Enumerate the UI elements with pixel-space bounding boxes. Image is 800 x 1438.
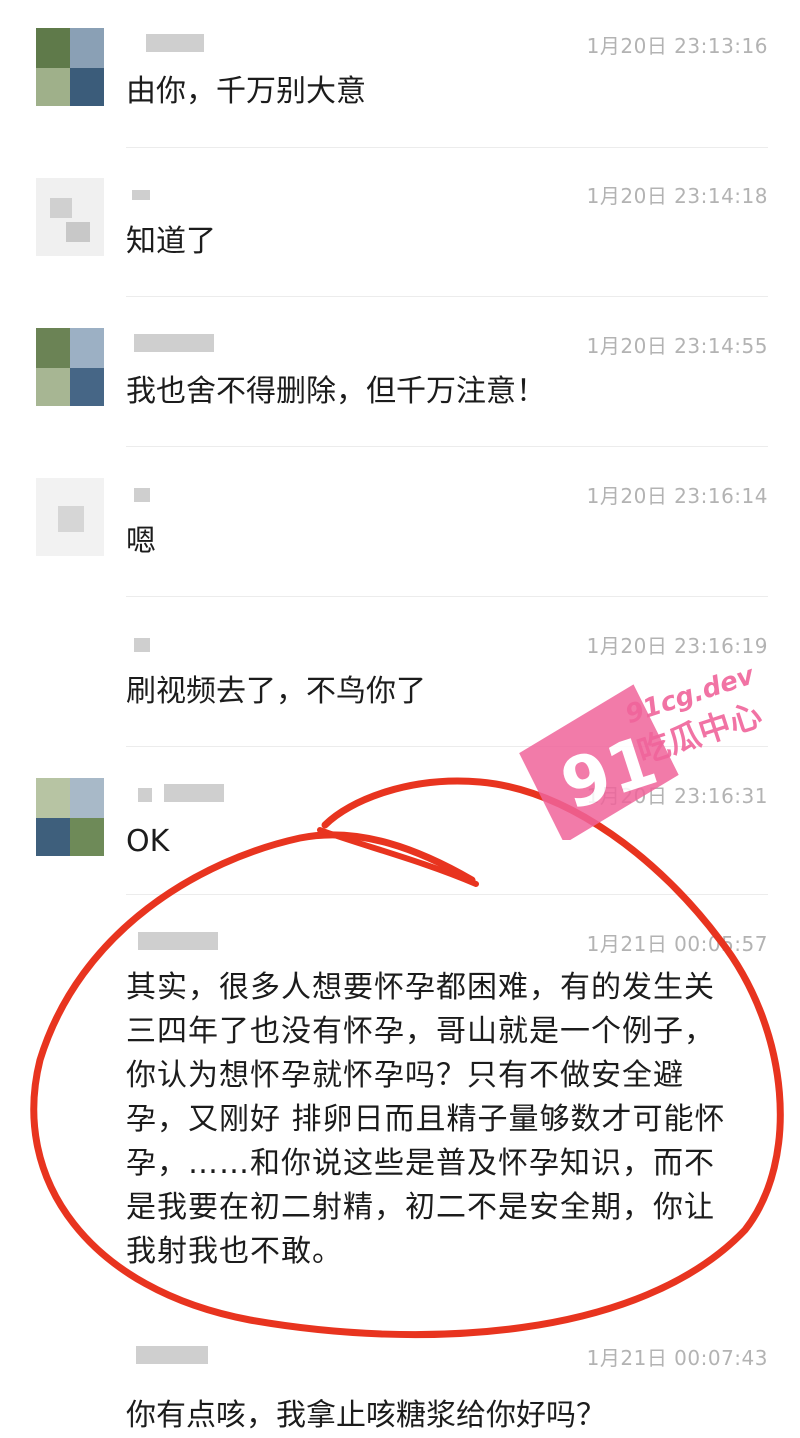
chat-message: 1月20日 23:14:18 知道了 bbox=[0, 150, 800, 298]
sender-name-redacted bbox=[128, 34, 218, 54]
avatar[interactable] bbox=[36, 328, 104, 406]
sender-name-redacted bbox=[128, 1346, 218, 1366]
sender-name-redacted bbox=[128, 334, 218, 354]
chat-message: 1月21日 00:05:57 其实，很多人想要怀孕都困难，有的发生关三四年了也没… bbox=[0, 898, 800, 1308]
message-text: 知道了 bbox=[126, 224, 216, 259]
avatar[interactable] bbox=[36, 478, 104, 556]
sender-name-redacted bbox=[128, 634, 218, 654]
chat-message: 1月20日 23:16:19 刷视频去了，不鸟你了 bbox=[0, 600, 800, 748]
sender-name-redacted bbox=[128, 932, 218, 952]
message-timestamp: 1月21日 00:05:57 bbox=[586, 932, 768, 956]
chat-message: 1月20日 23:16:14 嗯 bbox=[0, 450, 800, 598]
message-timestamp: 1月20日 23:14:55 bbox=[586, 334, 768, 358]
message-text: 其实，很多人想要怀孕都困难，有的发生关三四年了也没有怀孕，哥山就是一个例子，你认… bbox=[126, 970, 726, 1269]
avatar[interactable] bbox=[36, 28, 104, 106]
message-text: 由你，千万别大意 bbox=[126, 74, 366, 109]
message-timestamp: 1月20日 23:13:16 bbox=[586, 34, 768, 58]
chat-message: 1月20日 23:13:16 由你，千万别大意 bbox=[0, 0, 800, 148]
chat-message: 1月20日 23:16:31 OK bbox=[0, 750, 800, 898]
sender-name-redacted bbox=[128, 784, 224, 804]
sender-name-redacted bbox=[128, 184, 218, 204]
message-timestamp: 1月20日 23:16:19 bbox=[586, 634, 768, 658]
divider bbox=[126, 296, 768, 297]
divider bbox=[126, 894, 768, 895]
sender-name-redacted bbox=[128, 484, 218, 504]
divider bbox=[126, 596, 768, 597]
message-timestamp: 1月20日 23:16:14 bbox=[586, 484, 768, 508]
divider bbox=[126, 746, 768, 747]
message-timestamp: 1月20日 23:14:18 bbox=[586, 184, 768, 208]
avatar[interactable] bbox=[36, 178, 104, 256]
chat-message: 1月21日 00:07:43 你有点咳，我拿止咳糖浆给你好吗？ bbox=[0, 1312, 800, 1433]
message-text: 嗯 bbox=[126, 524, 156, 559]
message-timestamp: 1月21日 00:07:43 bbox=[586, 1346, 768, 1370]
divider bbox=[126, 446, 768, 447]
message-text: 你有点咳，我拿止咳糖浆给你好吗？ bbox=[126, 1398, 606, 1433]
message-timestamp: 1月20日 23:16:31 bbox=[586, 784, 768, 808]
avatar[interactable] bbox=[36, 778, 104, 856]
message-text: OK bbox=[126, 824, 170, 859]
chat-message: 1月20日 23:14:55 我也舍不得删除，但千万注意！ bbox=[0, 300, 800, 448]
message-text: 刷视频去了，不鸟你了 bbox=[126, 674, 426, 709]
divider bbox=[126, 147, 768, 148]
message-text: 我也舍不得删除，但千万注意！ bbox=[126, 374, 546, 409]
